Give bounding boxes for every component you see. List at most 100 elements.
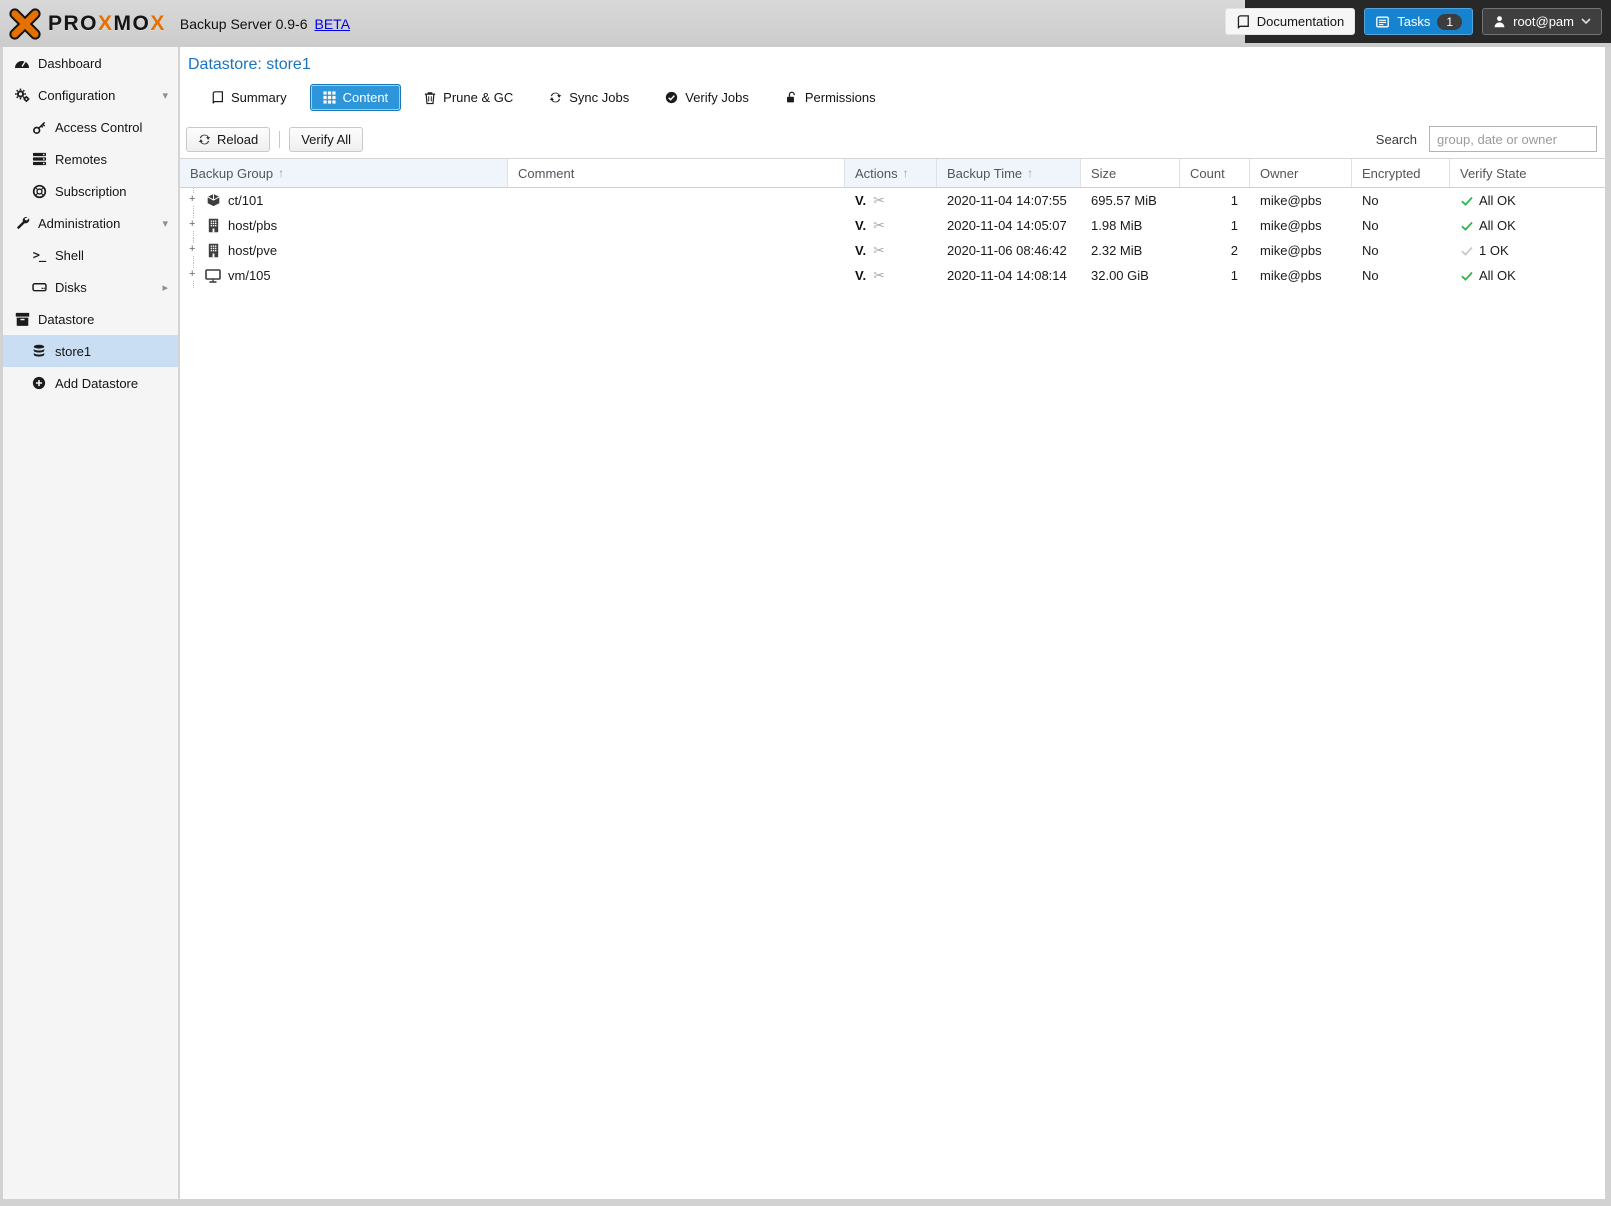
- key-icon: [30, 119, 48, 135]
- tab-content[interactable]: Content: [310, 84, 402, 111]
- count-cell: 1: [1180, 263, 1250, 288]
- expand-plus-icon[interactable]: +: [186, 188, 202, 213]
- user-icon: [1493, 15, 1506, 28]
- sidebar-item-configuration[interactable]: Configuration ▾: [3, 79, 178, 111]
- sidebar-item-remotes[interactable]: Remotes: [3, 143, 178, 175]
- column-header-owner[interactable]: Owner: [1250, 159, 1352, 187]
- encrypted-cell: No: [1352, 238, 1450, 263]
- encrypted-cell: No: [1352, 263, 1450, 288]
- expand-plus-icon[interactable]: +: [186, 263, 202, 288]
- product-name: Backup Server 0.9-6: [180, 16, 308, 32]
- sidebar-item-add-datastore[interactable]: Add Datastore: [3, 367, 178, 399]
- page-title: Datastore: store1: [188, 56, 311, 73]
- sort-asc-icon: ↑: [278, 166, 284, 180]
- sidebar-item-subscription[interactable]: Subscription: [3, 175, 178, 207]
- search-input[interactable]: [1429, 126, 1597, 152]
- scissors-prune-icon[interactable]: ✂: [873, 192, 885, 209]
- table-row[interactable]: + host/pbs V. ✂ 2020-11-04 14:05:07 1.98…: [180, 213, 1605, 238]
- table-row[interactable]: + ct/101 V. ✂ 2020-11-04 14:07:55 695.57…: [180, 188, 1605, 213]
- backup-time-cell: 2020-11-04 14:05:07: [937, 213, 1081, 238]
- column-header-count[interactable]: Count: [1180, 159, 1250, 187]
- actions-cell: V. ✂: [845, 238, 937, 263]
- user-menu-button[interactable]: root@pam: [1482, 8, 1602, 35]
- sidebar-item-datastore[interactable]: Datastore: [3, 303, 178, 335]
- sidebar: Dashboard Configuration ▾ Acce: [3, 47, 180, 1199]
- sidebar-item-shell[interactable]: >_ Shell: [3, 239, 178, 271]
- verify-state-cell: 1 OK: [1450, 238, 1605, 263]
- check-icon-green: [1460, 219, 1473, 232]
- table-body: + ct/101 V. ✂ 2020-11-04 14:07:55 695.57…: [180, 188, 1605, 1199]
- column-header-backup-group[interactable]: Backup Group ↑: [180, 159, 508, 187]
- encrypted-cell: No: [1352, 188, 1450, 213]
- check-circle-icon: [665, 91, 678, 104]
- count-cell: 1: [1180, 188, 1250, 213]
- chevron-down-icon[interactable]: ▾: [162, 89, 168, 102]
- chevron-down-icon: [1581, 18, 1591, 25]
- chevron-right-icon[interactable]: ▸: [162, 281, 168, 294]
- expand-plus-icon[interactable]: +: [186, 213, 202, 238]
- verify-action[interactable]: V.: [855, 243, 866, 258]
- expand-plus-icon[interactable]: +: [186, 238, 202, 263]
- vm-monitor-icon: [204, 268, 222, 284]
- table-row[interactable]: + host/pve V. ✂ 2020-11-06 08:46:42 2.32…: [180, 238, 1605, 263]
- verify-state-cell: All OK: [1450, 263, 1605, 288]
- table-row[interactable]: + vm/105 V. ✂ 2020-11-04 14:08:14 32.00 …: [180, 263, 1605, 288]
- documentation-button[interactable]: Documentation: [1225, 8, 1355, 35]
- book-icon: [211, 91, 224, 104]
- size-cell: 32.00 GiB: [1081, 263, 1180, 288]
- backup-time-cell: 2020-11-04 14:08:14: [937, 263, 1081, 288]
- host-building-icon: [204, 243, 222, 259]
- comment-cell: [508, 238, 845, 263]
- column-header-actions[interactable]: Actions ↑: [845, 159, 937, 187]
- header-button-panel: Documentation Tasks 1 root@pam: [1245, 0, 1611, 43]
- scissors-prune-icon[interactable]: ✂: [873, 242, 885, 259]
- column-header-encrypted[interactable]: Encrypted: [1352, 159, 1450, 187]
- archive-box-icon: [13, 311, 31, 327]
- verify-action[interactable]: V.: [855, 218, 866, 233]
- verify-action[interactable]: V.: [855, 268, 866, 283]
- container-cube-icon: [204, 193, 222, 209]
- column-header-comment[interactable]: Comment: [508, 159, 845, 187]
- tasks-button[interactable]: Tasks 1: [1364, 8, 1473, 35]
- hdd-icon: [30, 279, 48, 295]
- tab-permissions[interactable]: Permissions: [772, 84, 889, 111]
- chevron-down-icon[interactable]: ▾: [162, 217, 168, 230]
- brand-area: PROXMOX Backup Server 0.9-6 BETA: [0, 7, 350, 41]
- size-cell: 1.98 MiB: [1081, 213, 1180, 238]
- sync-icon: [549, 91, 562, 104]
- unlock-icon: [785, 91, 798, 104]
- count-cell: 2: [1180, 238, 1250, 263]
- sidebar-item-disks[interactable]: Disks ▸: [3, 271, 178, 303]
- actions-cell: V. ✂: [845, 213, 937, 238]
- verify-action[interactable]: V.: [855, 193, 866, 208]
- column-header-size[interactable]: Size: [1081, 159, 1180, 187]
- comment-cell: [508, 213, 845, 238]
- beta-link[interactable]: BETA: [315, 16, 351, 32]
- sidebar-item-administration[interactable]: Administration ▾: [3, 207, 178, 239]
- backup-time-cell: 2020-11-04 14:07:55: [937, 188, 1081, 213]
- owner-cell: mike@pbs: [1250, 188, 1352, 213]
- tab-prune-gc[interactable]: Prune & GC: [411, 84, 526, 111]
- sidebar-item-access-control[interactable]: Access Control: [3, 111, 178, 143]
- sidebar-item-dashboard[interactable]: Dashboard: [3, 47, 178, 79]
- tab-sync-jobs[interactable]: Sync Jobs: [536, 84, 642, 111]
- scissors-prune-icon[interactable]: ✂: [873, 267, 885, 284]
- comment-cell: [508, 188, 845, 213]
- tab-summary[interactable]: Summary: [198, 84, 300, 111]
- task-list-icon: [1375, 15, 1390, 29]
- column-header-backup-time[interactable]: Backup Time ↑: [937, 159, 1081, 187]
- reload-button[interactable]: Reload: [186, 127, 270, 152]
- check-icon-green: [1460, 269, 1473, 282]
- scissors-prune-icon[interactable]: ✂: [873, 217, 885, 234]
- encrypted-cell: No: [1352, 213, 1450, 238]
- actions-cell: V. ✂: [845, 263, 937, 288]
- sidebar-item-store1[interactable]: store1: [3, 335, 178, 367]
- tab-verify-jobs[interactable]: Verify Jobs: [652, 84, 762, 111]
- check-icon-green: [1460, 194, 1473, 207]
- verify-all-button[interactable]: Verify All: [289, 127, 363, 152]
- main-panel: Datastore: store1 Summary Content: [180, 47, 1605, 1199]
- column-header-verify-state[interactable]: Verify State: [1450, 159, 1605, 187]
- lifering-icon: [30, 183, 48, 199]
- backup-time-cell: 2020-11-06 08:46:42: [937, 238, 1081, 263]
- title-row: Datastore: store1: [180, 47, 1605, 84]
